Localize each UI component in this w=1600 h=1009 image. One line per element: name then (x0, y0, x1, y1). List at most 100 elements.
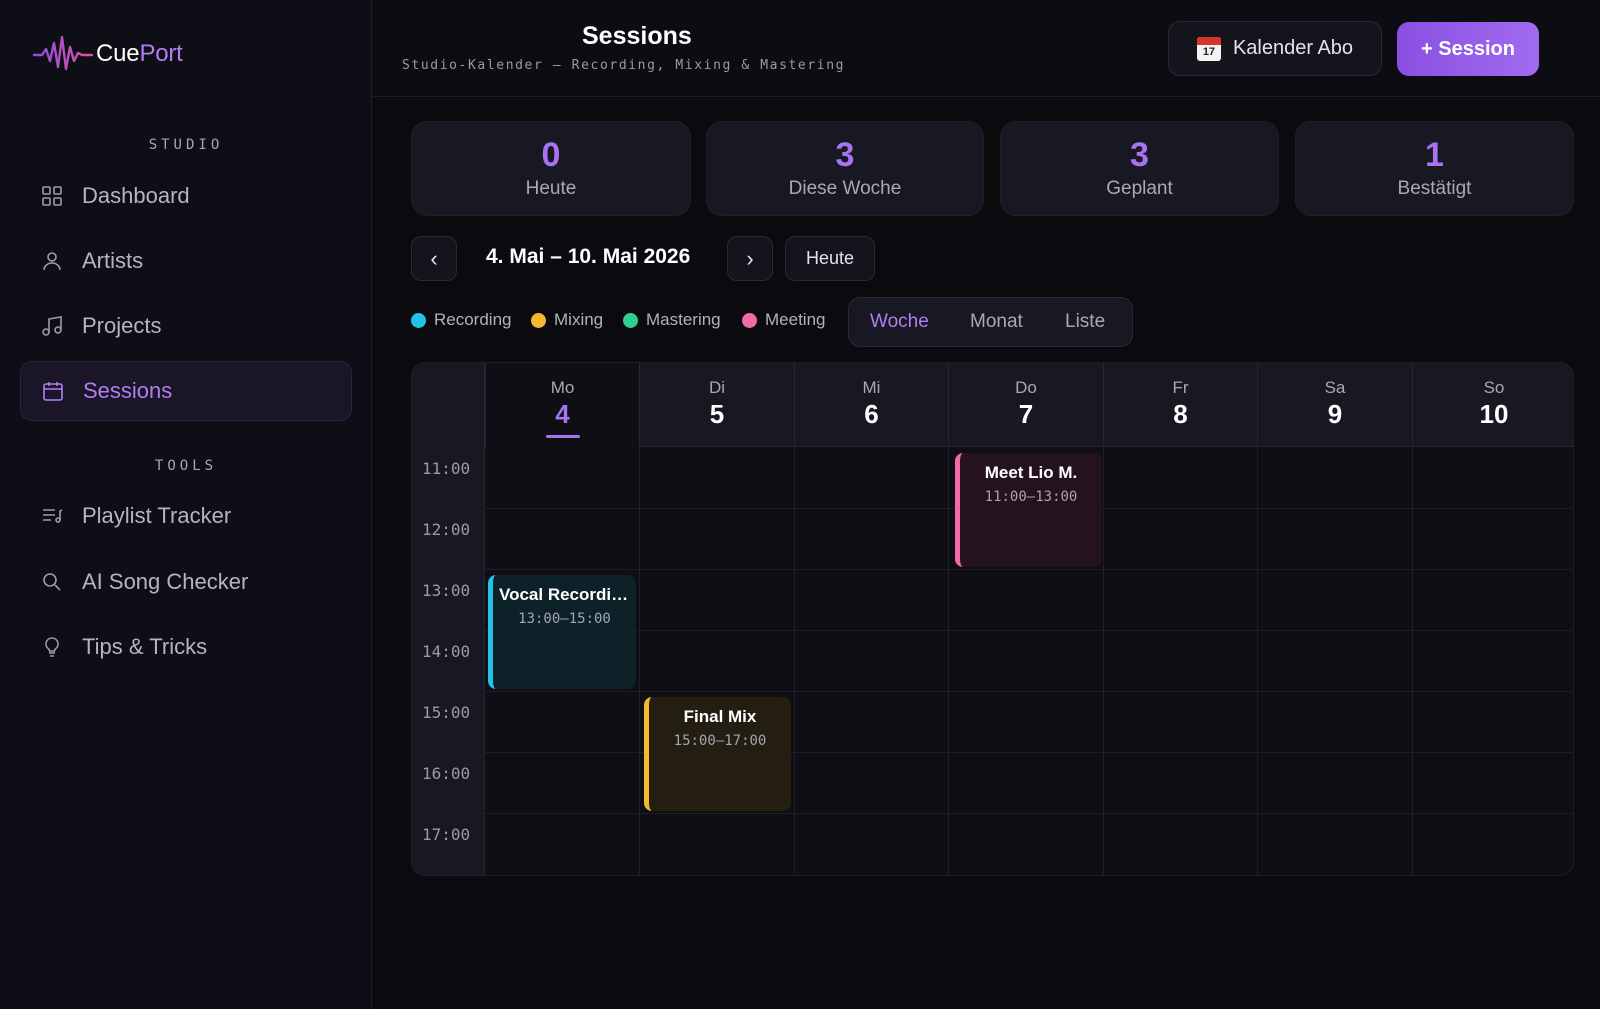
day-name: Do (1015, 378, 1037, 397)
prev-week-button[interactable]: ‹ (411, 236, 457, 281)
legend-label: Mixing (554, 310, 604, 329)
logo-text-port: Port (139, 40, 183, 67)
sidebar-item-ai-song-checker[interactable]: AI Song Checker (20, 552, 352, 612)
grid-line (485, 569, 1573, 570)
grid-line (485, 630, 1573, 631)
sidebar-item-artists[interactable]: Artists (20, 231, 352, 291)
day-header-fri[interactable]: Fr 8 (1103, 363, 1257, 447)
day-date: 8 (1173, 399, 1188, 429)
week-calendar: Mo 4 Di 5 Mi 6 Do 7 Fr 8 Sa 9 So 10 11:0… (411, 362, 1574, 876)
calendar-subscription-button[interactable]: 17 Kalender Abo (1168, 21, 1382, 76)
legend-dot (742, 312, 757, 328)
sidebar-item-label: Projects (82, 313, 162, 338)
sidebar-item-dashboard[interactable]: Dashboard (20, 166, 352, 226)
sidebar-item-tips-tricks[interactable]: Tips & Tricks (20, 617, 352, 677)
day-date: 5 (709, 399, 725, 429)
sidebar-item-label: Dashboard (82, 183, 190, 208)
logo-text-cue: Cue (96, 40, 140, 67)
calendar-icon-day: 17 (1202, 45, 1216, 58)
day-date: 4 (555, 399, 570, 429)
page-title: Sessions (582, 22, 692, 50)
legend-dot (531, 312, 546, 328)
calendar-icon: 17 (1196, 36, 1221, 61)
calendar-icon (39, 377, 67, 405)
playlist-icon (38, 502, 66, 530)
day-date: 10 (1479, 399, 1509, 429)
stat-card-confirmed: 1 Bestätigt (1295, 121, 1574, 216)
day-date: 7 (1018, 399, 1034, 429)
event-title: Vocal Recording (499, 585, 630, 604)
sidebar-item-label: Artists (82, 248, 144, 273)
grid-line (639, 447, 640, 875)
legend-item-recording: Recording (411, 310, 512, 330)
time-label: 14:00 (422, 642, 471, 661)
event-title: Meet Lio M. (984, 463, 1078, 482)
user-icon (38, 247, 66, 275)
stat-value: 1 (1425, 136, 1444, 174)
legend-label: Meeting (765, 310, 826, 329)
stat-value: 3 (835, 136, 855, 174)
legend-item-mixing: Mixing (531, 310, 603, 330)
time-label: 17:00 (422, 825, 471, 844)
tab-month[interactable]: Monat (970, 298, 1023, 346)
day-header-tue[interactable]: Di 5 (639, 363, 794, 447)
day-header-sun[interactable]: So 10 (1412, 363, 1573, 447)
stat-card-planned: 3 Geplant (1000, 121, 1279, 216)
calendar-subscription-label: Kalender Abo (1232, 37, 1354, 59)
time-column (412, 363, 485, 875)
legend-item-mastering: Mastering (623, 310, 721, 330)
sidebar-item-projects[interactable]: Projects (20, 296, 352, 356)
day-name: Fr (1172, 378, 1189, 397)
section-title-tools: TOOLS (154, 458, 218, 474)
day-date: 9 (1327, 399, 1343, 429)
legend-item-meeting: Meeting (742, 310, 825, 330)
grid-line (948, 447, 949, 875)
day-header-thu[interactable]: Do 7 (948, 363, 1103, 447)
sidebar-item-label: Playlist Tracker (82, 503, 232, 528)
event-mixing[interactable]: Final Mix 15:00–17:00 (644, 697, 791, 811)
stat-value: 0 (541, 136, 561, 174)
event-time: 15:00–17:00 (673, 733, 767, 749)
sidebar-item-label: Tips & Tricks (82, 634, 208, 659)
stat-value: 3 (1130, 136, 1149, 174)
waveform-icon (32, 35, 94, 71)
time-label: 15:00 (422, 703, 471, 722)
sidebar-item-playlist-tracker[interactable]: Playlist Tracker (20, 486, 352, 546)
legend-label: Mastering (646, 310, 721, 329)
day-date: 6 (864, 399, 879, 429)
stat-label: Bestätigt (1397, 178, 1472, 199)
grid-icon (38, 182, 66, 210)
event-recording[interactable]: Vocal Recording 13:00–15:00 (488, 575, 636, 689)
grid-line (1103, 447, 1104, 875)
sidebar-item-sessions[interactable]: Sessions (20, 361, 352, 421)
stat-label: Diese Woche (788, 178, 902, 199)
day-name: Mi (862, 378, 881, 397)
tab-list[interactable]: Liste (1065, 298, 1105, 346)
day-name: Sa (1324, 378, 1346, 397)
stat-label: Geplant (1106, 178, 1173, 199)
time-label: 16:00 (422, 764, 471, 783)
header: Sessions Studio-Kalender — Recording, Mi… (372, 0, 1600, 97)
sidebar-item-label: AI Song Checker (82, 569, 249, 594)
stat-card-today: 0 Heute (411, 121, 691, 216)
stat-card-this-week: 3 Diese Woche (706, 121, 984, 216)
grid-line (485, 691, 1573, 692)
stat-label: Heute (525, 178, 577, 199)
next-week-button[interactable]: › (727, 236, 773, 281)
day-header-wed[interactable]: Mi 6 (794, 363, 948, 447)
add-session-button[interactable]: + Session (1397, 22, 1539, 76)
section-title-studio: STUDIO (148, 137, 224, 153)
today-indicator (545, 435, 580, 438)
tab-week[interactable]: Woche (870, 298, 929, 346)
logo[interactable]: CuePort (32, 32, 183, 76)
event-meeting[interactable]: Meet Lio M. 11:00–13:00 (955, 453, 1102, 567)
music-note-icon (38, 312, 66, 340)
grid-line (485, 813, 1573, 814)
event-time: 13:00–15:00 (518, 611, 611, 627)
lightbulb-icon (38, 633, 66, 661)
today-button[interactable]: Heute (785, 236, 875, 281)
search-icon (38, 568, 66, 596)
legend-dot (411, 312, 426, 328)
day-header-mon[interactable]: Mo 4 (485, 363, 639, 447)
day-header-sat[interactable]: Sa 9 (1257, 363, 1412, 447)
